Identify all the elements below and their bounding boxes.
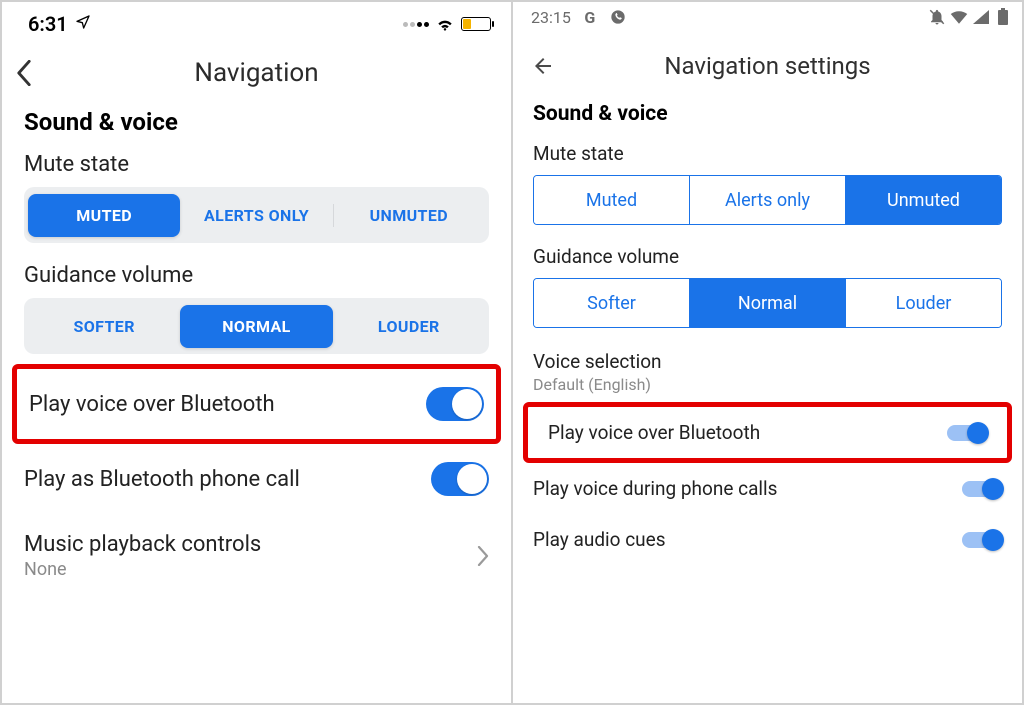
page-title: Navigation settings: [571, 52, 964, 80]
play-audio-cues-row[interactable]: Play audio cues: [513, 514, 1022, 565]
mute-state-unmuted[interactable]: Unmuted: [845, 176, 1001, 224]
ios-time: 6:31: [28, 12, 68, 36]
chevron-right-icon: [477, 546, 489, 566]
page-title: Navigation: [56, 58, 457, 88]
guidance-softer[interactable]: SOFTER: [28, 305, 180, 348]
voice-selection-label: Voice selection: [533, 350, 1002, 373]
play-as-bt-call-row[interactable]: Play as Bluetooth phone call: [2, 444, 511, 514]
music-playback-row[interactable]: Music playback controls None: [2, 514, 511, 598]
ios-pane: 6:31 Navigation Sound & vo: [2, 2, 513, 703]
play-voice-during-calls-row[interactable]: Play voice during phone calls: [513, 463, 1022, 514]
wifi-icon: [950, 8, 968, 26]
ios-status-bar: 6:31: [2, 2, 511, 40]
android-status-bar: 23:15 G: [513, 2, 1022, 30]
mute-state-segmented: Muted Alerts only Unmuted: [533, 175, 1002, 225]
play-as-bt-call-toggle[interactable]: [431, 462, 489, 496]
android-time: 23:15: [531, 8, 571, 27]
mute-state-alerts-only[interactable]: ALERTS ONLY: [180, 194, 332, 237]
play-voice-bluetooth-label: Play voice over Bluetooth: [29, 392, 275, 417]
guidance-normal[interactable]: Normal: [689, 279, 845, 327]
mute-state-label: Mute state: [513, 136, 1022, 171]
mute-state-alerts-only[interactable]: Alerts only: [689, 176, 845, 224]
play-audio-cues-label: Play audio cues: [533, 528, 666, 551]
play-voice-bluetooth-row[interactable]: Play voice over Bluetooth: [528, 407, 1007, 458]
guidance-louder[interactable]: Louder: [845, 279, 1001, 327]
section-sound-voice: Sound & voice: [513, 98, 1022, 136]
play-voice-bluetooth-toggle[interactable]: [947, 425, 987, 441]
android-header: Navigation settings: [513, 30, 1022, 98]
mute-state-muted[interactable]: Muted: [534, 176, 689, 224]
play-voice-bluetooth-toggle[interactable]: [426, 387, 484, 421]
guidance-normal[interactable]: NORMAL: [180, 305, 332, 348]
android-pane: 23:15 G: [513, 2, 1022, 703]
mute-state-segmented: MUTED ALERTS ONLY UNMUTED: [24, 187, 489, 243]
music-playback-value: None: [24, 559, 261, 580]
mute-state-label: Mute state: [2, 142, 511, 183]
play-as-bt-call-label: Play as Bluetooth phone call: [24, 467, 300, 492]
guidance-louder[interactable]: LOUDER: [333, 305, 485, 348]
voice-selection-value: Default (English): [533, 375, 1002, 394]
play-voice-during-calls-toggle[interactable]: [962, 481, 1002, 497]
phone-icon: [609, 8, 627, 26]
highlighted-setting: Play voice over Bluetooth: [12, 364, 501, 444]
section-sound-voice: Sound & voice: [2, 98, 511, 142]
voice-selection-row[interactable]: Voice selection Default (English): [513, 342, 1022, 402]
guidance-volume-segmented: Softer Normal Louder: [533, 278, 1002, 328]
location-arrow-icon: [75, 14, 91, 30]
highlighted-setting: Play voice over Bluetooth: [523, 402, 1012, 463]
guidance-volume-label: Guidance volume: [2, 253, 511, 294]
guidance-volume-label: Guidance volume: [513, 239, 1022, 274]
cellular-signal-icon: [972, 8, 990, 26]
battery-icon: [461, 17, 491, 31]
play-voice-bluetooth-row[interactable]: Play voice over Bluetooth: [17, 369, 496, 439]
battery-icon: [994, 8, 1012, 26]
guidance-softer[interactable]: Softer: [534, 279, 689, 327]
play-voice-bluetooth-label: Play voice over Bluetooth: [548, 421, 760, 444]
music-playback-label: Music playback controls: [24, 532, 261, 557]
guidance-volume-segmented: SOFTER NORMAL LOUDER: [24, 298, 489, 354]
play-voice-during-calls-label: Play voice during phone calls: [533, 477, 777, 500]
cellular-signal-icon: [403, 22, 429, 27]
back-button[interactable]: [16, 60, 56, 86]
mute-state-unmuted[interactable]: UNMUTED: [333, 194, 485, 237]
no-notifications-icon: [928, 8, 946, 26]
wifi-icon: [435, 16, 455, 32]
ios-header: Navigation: [2, 40, 511, 98]
mute-state-muted[interactable]: MUTED: [28, 194, 180, 237]
play-audio-cues-toggle[interactable]: [962, 532, 1002, 548]
google-icon: G: [581, 8, 599, 26]
back-button[interactable]: [531, 54, 571, 78]
